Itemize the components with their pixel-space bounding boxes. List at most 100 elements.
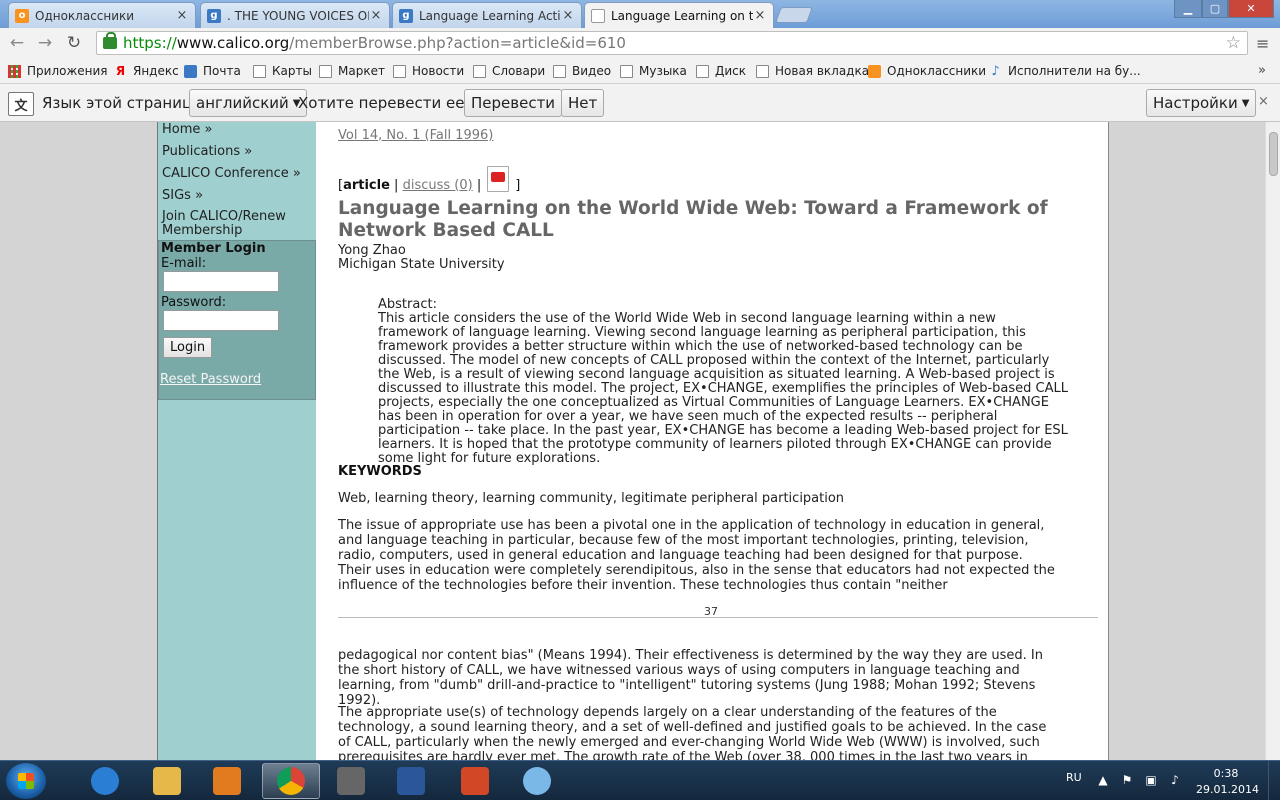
volume-icon[interactable]: ♪ [1168,773,1182,787]
page-icon [319,64,332,78]
maximize-button[interactable]: ▢ [1202,0,1228,18]
tray-expand-icon[interactable]: ▲ [1096,773,1110,787]
url-path: /memberBrowse.php?action=article&id=610 [289,34,626,52]
taskbar-chrome[interactable] [262,763,320,799]
bookmark-label: Яндекс [133,64,179,78]
page-icon [620,64,633,78]
tab-language-learning-web[interactable]: Language Learning on the × [584,2,774,28]
nav-sigs[interactable]: SIGs » [158,188,317,204]
back-arrow-icon[interactable]: ← [6,32,28,54]
taskbar-media-player[interactable] [198,763,256,799]
flag-icon[interactable]: ⚑ [1120,773,1134,787]
no-translate-button[interactable]: Нет [561,89,605,117]
taskbar-word[interactable] [382,763,440,799]
address-bar[interactable]: https://www.calico.org/memberBrowse.php?… [96,31,1248,55]
abstract-label: Abstract: [378,297,437,312]
translate-settings-button[interactable]: Настройки ▼ [1146,89,1257,117]
odnoklassniki-icon [868,64,881,78]
email-field[interactable] [163,271,279,292]
page-icon [473,64,486,78]
bookmark-yandex[interactable]: Я Яндекс [114,62,179,80]
site-nav: Home » Publications » CALICO Conference … [158,122,317,244]
bookmark-performers[interactable]: ♪ Исполнители на бу... [989,62,1140,80]
pdf-icon[interactable] [487,166,510,192]
internet-explorer-icon [91,767,119,795]
abstract: Abstract: This article considers the use… [378,298,1068,466]
lock-icon[interactable] [103,32,117,49]
scrollbar-thumb[interactable] [1269,132,1278,176]
taskbar-powerpoint[interactable] [446,763,504,799]
file-explorer-icon [153,767,181,795]
tab-title: Language Learning Activit [419,8,561,23]
password-field[interactable] [163,310,279,331]
bookmark-mail[interactable]: Почта [184,62,241,80]
tab-young-voices[interactable]: g . THE YOUNG VOICES OF × [200,2,390,28]
volume-link[interactable]: Vol 14, No. 1 (Fall 1996) [338,128,493,143]
grid-icon [8,64,21,78]
windows-taskbar: RU ▲ ⚑ ▣ ♪ 0:38 29.01.2014 [0,760,1280,800]
taskbar-internet-explorer[interactable] [76,763,134,799]
vertical-scrollbar[interactable] [1265,122,1280,760]
translate-button[interactable]: Перевести [464,89,563,117]
tab-close-icon[interactable]: × [753,8,767,23]
tab-odnoklassniki[interactable]: о Одноклассники × [8,2,196,28]
bookmark-music[interactable]: Музыка [620,62,687,80]
settings-label: Настройки [1153,94,1238,112]
tab-close-icon[interactable]: × [175,8,189,23]
tab-discuss[interactable]: discuss (0) [403,178,473,193]
minimize-button[interactable]: ▁ [1174,0,1202,18]
network-icon[interactable]: ▣ [1144,773,1158,787]
nav-publications[interactable]: Publications » [158,144,317,160]
navigation-toolbar: ← → ↻ https://www.calico.org/memberBrows… [0,28,1280,58]
reload-icon[interactable]: ↻ [63,32,85,54]
tab-language-learning-activities[interactable]: g Language Learning Activit × [392,2,582,28]
bookmark-star-icon[interactable]: ☆ [1226,33,1241,53]
tab-close-icon[interactable]: × [561,8,575,23]
bookmark-apps[interactable]: Приложения [8,62,108,80]
tab-close-icon[interactable]: × [369,8,383,23]
bookmark-odnoklassniki[interactable]: Одноклассники [868,62,986,80]
bookmark-dictionaries[interactable]: Словари [473,62,545,80]
nav-calico-conference[interactable]: CALICO Conference » [158,166,317,182]
system-clock[interactable]: 0:38 29.01.2014 [1196,766,1259,798]
tab-title: Language Learning on the [611,8,753,23]
reset-password-link[interactable]: Reset Password [159,372,315,387]
tab-strip: о Одноклассники × g . THE YOUNG VOICES O… [0,0,1280,28]
close-translate-bar-icon[interactable]: × [1258,94,1269,109]
menu-icon[interactable]: ≡ [1256,34,1269,53]
bookmark-video[interactable]: Видео [553,62,611,80]
article-tabs: [ article | discuss (0) | ] [338,166,521,198]
url-scheme: https:// [123,34,177,52]
password-label: Password: [161,295,227,310]
forward-arrow-icon[interactable]: → [34,32,56,54]
login-button[interactable]: Login [163,337,213,358]
keywords-heading: KEYWORDS [338,464,422,479]
show-desktop-button[interactable] [1268,761,1280,800]
bookmark-market[interactable]: Маркет [319,62,385,80]
nav-join-renew[interactable]: Join CALICO/Renew Membership [158,210,308,238]
word-icon [397,767,425,795]
bookmark-disk[interactable]: Диск [696,62,746,80]
tab-title: Одноклассники [35,8,135,23]
url-text[interactable]: https://www.calico.org/memberBrowse.php?… [123,34,626,52]
bookmark-news[interactable]: Новости [393,62,464,80]
taskbar-paint[interactable] [508,763,566,799]
nav-home[interactable]: Home » [158,122,317,138]
taskbar-file-explorer[interactable] [138,763,196,799]
page-icon [553,64,566,78]
bookmarks-overflow-button[interactable]: » [1258,63,1266,78]
close-window-button[interactable]: ✕ [1228,0,1274,18]
page-icon [393,64,406,78]
bracket: ] [515,177,521,193]
bookmark-maps[interactable]: Карты [253,62,312,80]
new-tab-button[interactable] [775,7,813,23]
language-select[interactable]: английский ▼ [189,89,308,117]
taskbar-printer-app[interactable] [322,763,380,799]
input-language-indicator[interactable]: RU [1066,771,1082,784]
bookmark-label: Одноклассники [887,64,987,78]
start-button[interactable] [6,763,46,799]
clock-date: 29.01.2014 [1196,783,1259,796]
bookmark-new-tab[interactable]: Новая вкладка [756,62,869,80]
yandex-icon: Я [115,63,126,78]
bookmark-label: Новая вкладка [775,64,870,78]
